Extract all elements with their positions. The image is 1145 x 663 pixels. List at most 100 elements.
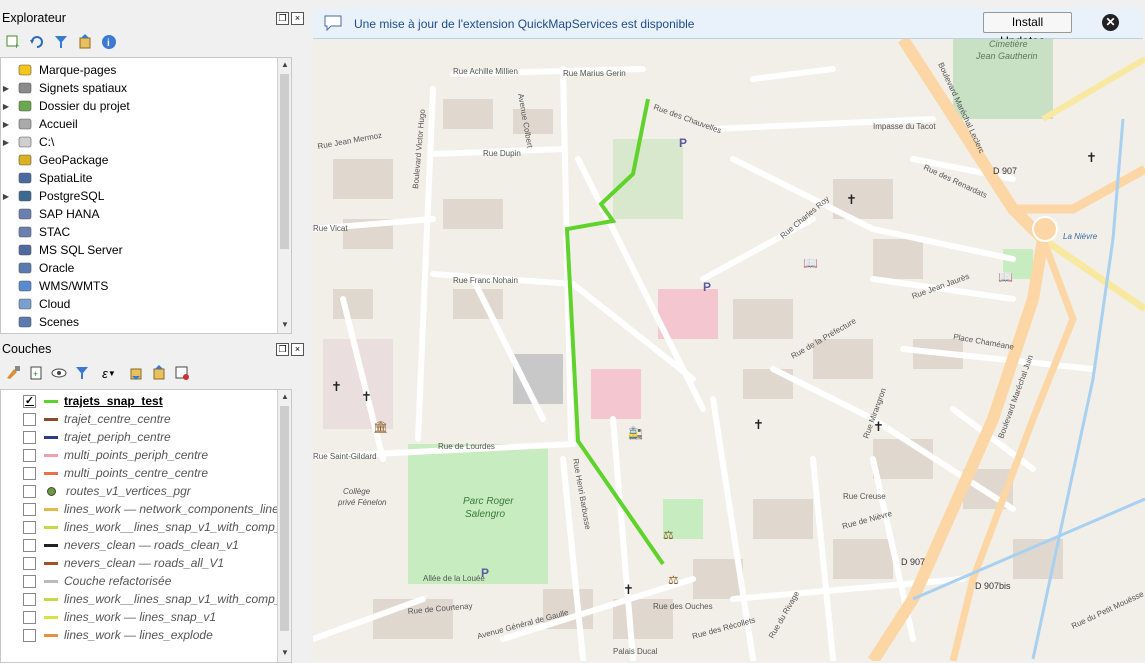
layer-visibility-checkbox[interactable] [23,412,36,426]
drive-icon [17,134,33,150]
layer-visibility-checkbox[interactable]: ✓ [23,394,36,408]
svg-text:✝: ✝ [873,419,884,434]
explorer-item-label: C:\ [39,135,55,149]
explorer-item[interactable]: SAP HANA [1,205,99,223]
layer-item[interactable]: Couche refactorisée [23,572,171,590]
layer-item[interactable]: nevers_clean — roads_clean_v1 [23,536,239,554]
layer-item[interactable]: trajet_centre_centre [23,410,171,428]
project-folder-icon [17,98,33,114]
mssql-icon [17,242,33,258]
explorer-item[interactable]: MS SQL Server [1,241,123,259]
expand-arrow-icon[interactable]: ▶ [1,102,11,111]
install-updates-button[interactable]: Install Updates... [983,12,1072,48]
layer-item[interactable]: ✓ trajets_snap_test [23,392,163,410]
message-text: Une mise à jour de l'extension QuickMapS… [354,17,695,31]
layer-label: multi_points_periph_centre [64,448,209,462]
layer-visibility-checkbox[interactable] [23,466,36,480]
expand-arrow-icon[interactable]: ▶ [1,192,11,201]
layer-visibility-checkbox[interactable] [23,448,36,462]
layers-panel: Couches ❐ × + ε ▼ ✓ trajets_snap_test traje… [0,338,310,663]
layer-visibility-checkbox[interactable] [23,556,36,570]
layer-item[interactable]: lines_work — network_components_line_ [23,500,285,518]
explorer-item[interactable]: Marque-pages [1,61,116,79]
style-manager-icon[interactable] [4,364,22,382]
layer-visibility-checkbox[interactable] [23,592,36,606]
collapse-all-icon[interactable] [76,33,94,51]
layer-item[interactable]: multi_points_centre_centre [23,464,208,482]
scroll-up-arrow[interactable]: ▲ [278,390,291,404]
layer-item[interactable]: lines_work__lines_snap_v1_with_comp_all [23,590,291,608]
svg-text:Parc Roger: Parc Roger [463,496,514,507]
scroll-thumb[interactable] [280,406,289,631]
layer-label: routes_v1_vertices_pgr [66,484,191,498]
map-canvas[interactable]: Rue Achille Millien Rue Marius Gerin Rue… [313,39,1145,661]
scroll-thumb[interactable] [280,74,289,249]
svg-text:Rue Dupin: Rue Dupin [483,149,521,158]
layers-scrollbar[interactable]: ▲ ▼ [277,390,291,662]
explorer-item[interactable]: Scenes [1,313,79,331]
visibility-icon[interactable] [50,364,68,382]
add-group-icon[interactable]: + [27,364,45,382]
filter-icon[interactable] [52,33,70,51]
svg-text:✝: ✝ [331,379,342,394]
layer-item[interactable]: lines_work — lines_snap_v1 [23,608,216,626]
svg-text:P: P [703,280,711,294]
layer-label: nevers_clean — roads_clean_v1 [64,538,239,552]
expand-all-icon[interactable] [127,364,145,382]
svg-text:Rue Vicat: Rue Vicat [313,224,348,233]
explorer-item[interactable]: ▶ C:\ [1,133,54,151]
explorer-item[interactable]: SpatiaLite [1,169,92,187]
layer-visibility-checkbox[interactable] [23,610,36,624]
layer-item[interactable]: lines_work — lines_explode [23,626,213,644]
explorer-item[interactable]: WMS/WMTS [1,277,108,295]
float-panel-button[interactable]: ❐ [276,343,289,356]
close-panel-button[interactable]: × [291,343,304,356]
layer-visibility-checkbox[interactable] [23,538,36,552]
svg-text:Collège: Collège [343,487,371,496]
layer-visibility-checkbox[interactable] [23,502,36,516]
layer-item[interactable]: lines_work__lines_snap_v1_with_comp_all [23,518,291,536]
explorer-item[interactable]: Cloud [1,295,70,313]
layer-visibility-checkbox[interactable] [23,430,36,444]
close-message-icon[interactable]: ✕ [1102,14,1119,31]
explorer-item[interactable]: ▶ Dossier du projet [1,97,130,115]
svg-text:D 907bis: D 907bis [975,581,1011,591]
svg-text:✝: ✝ [623,582,634,597]
filter-legend-icon[interactable] [73,364,91,382]
svg-text:Rue Saint-Gildard: Rue Saint-Gildard [313,452,377,461]
expand-arrow-icon[interactable]: ▶ [1,120,11,129]
stac-icon [17,224,33,240]
remove-layer-icon[interactable] [173,364,191,382]
float-panel-button[interactable]: ❐ [276,12,289,25]
close-panel-button[interactable]: × [291,12,304,25]
layer-item[interactable]: routes_v1_vertices_pgr [23,482,191,500]
explorer-item[interactable]: STAC [1,223,70,241]
layer-visibility-checkbox[interactable] [23,520,36,534]
expand-arrow-icon[interactable]: ▶ [1,84,11,93]
expand-arrow-icon[interactable]: ▶ [1,138,11,147]
explorer-item[interactable]: Oracle [1,259,74,277]
collapse-all-icon[interactable] [150,364,168,382]
refresh-icon[interactable] [28,33,46,51]
line-symbol-icon [44,615,58,619]
scroll-up-arrow[interactable]: ▲ [278,58,291,72]
scroll-down-arrow[interactable]: ▼ [278,318,291,332]
layer-item[interactable]: nevers_clean — roads_all_V1 [23,554,224,572]
layer-visibility-checkbox[interactable] [23,484,36,498]
line-symbol-icon [44,633,58,637]
explorer-scrollbar[interactable]: ▲ ▼ [277,58,291,333]
layer-visibility-checkbox[interactable] [23,574,36,588]
explorer-item[interactable]: GeoPackage [1,151,108,169]
expression-filter-icon[interactable]: ε ▼ [96,364,122,382]
line-symbol-icon [44,435,58,439]
info-icon[interactable]: i [100,33,118,51]
layer-item[interactable]: multi_points_periph_centre [23,446,208,464]
explorer-item[interactable]: ▶ Signets spatiaux [1,79,127,97]
add-selected-layers-icon[interactable]: + [4,33,22,51]
scroll-down-arrow[interactable]: ▼ [278,646,291,660]
explorer-item[interactable]: ▶ Accueil [1,115,78,133]
layer-item[interactable]: trajet_periph_centre [23,428,171,446]
oracle-icon [17,260,33,276]
layer-visibility-checkbox[interactable] [23,628,36,642]
explorer-item[interactable]: ▶ PostgreSQL [1,187,104,205]
